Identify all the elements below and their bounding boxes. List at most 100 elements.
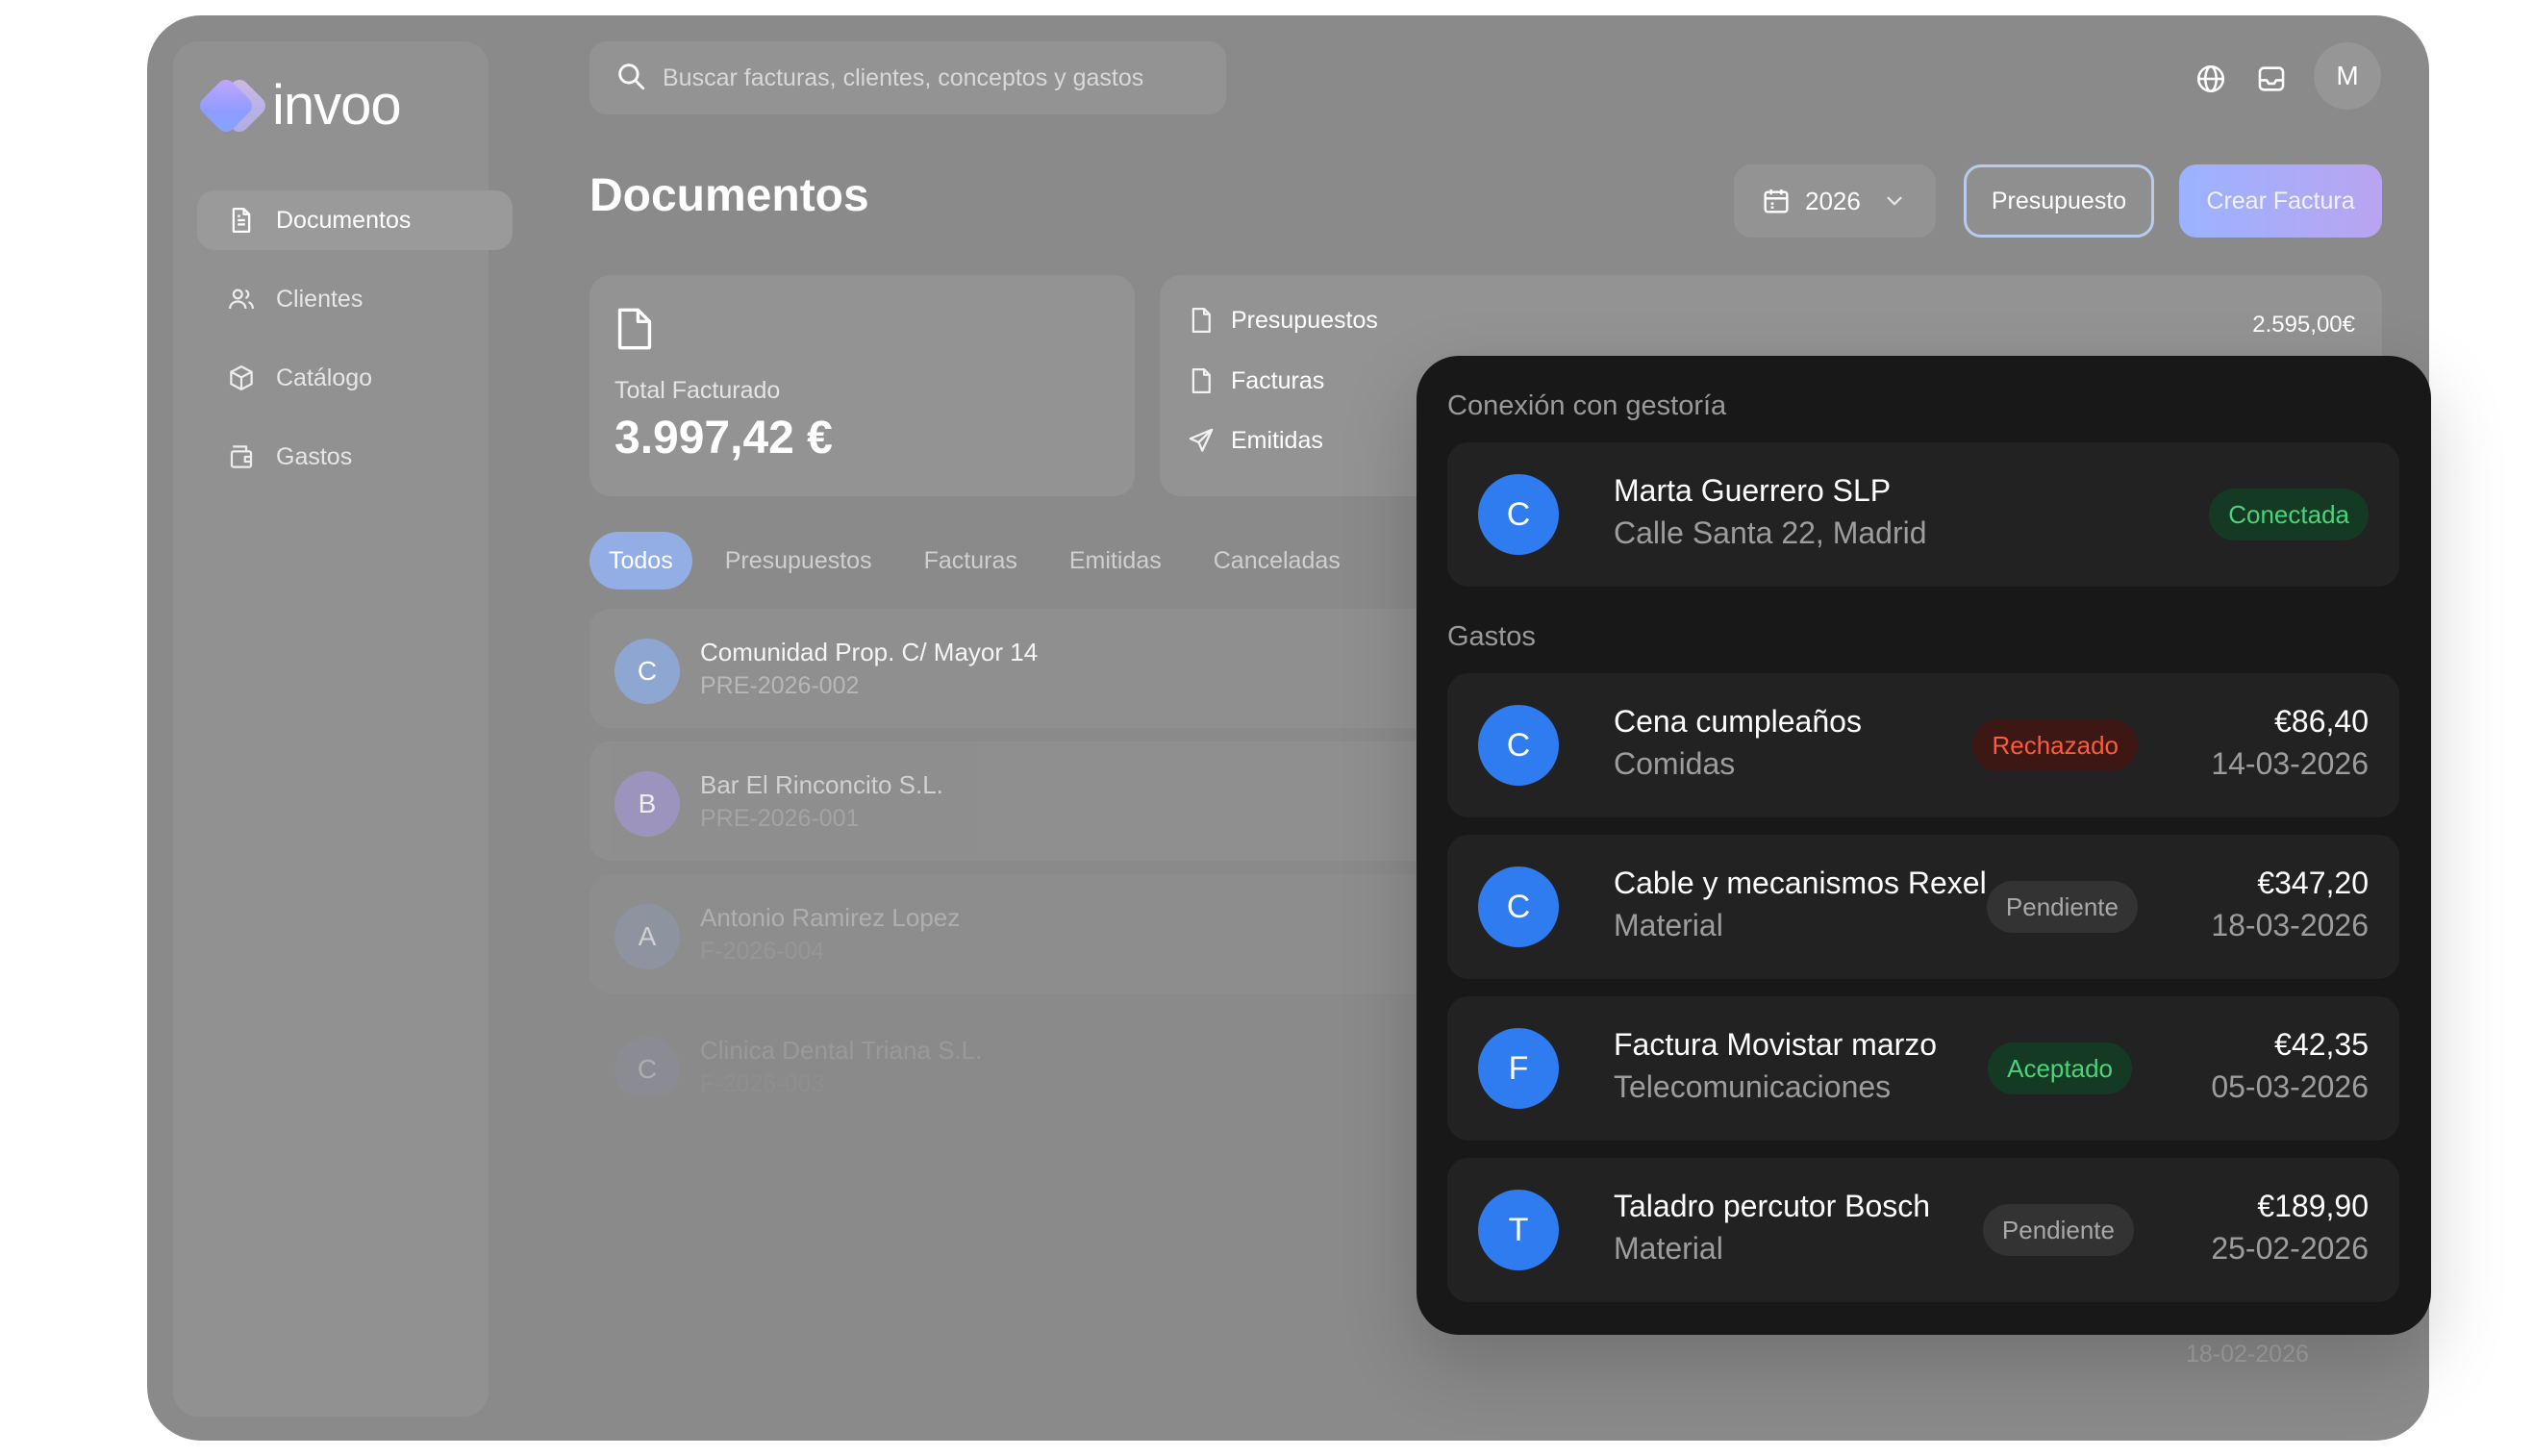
document-row[interactable]: C Comunidad Prop. C/ Mayor 14 PRE-2026-0… — [589, 609, 1561, 728]
users-icon — [224, 282, 259, 316]
logo[interactable]: invoo — [195, 73, 402, 138]
status-badge: Pendiente — [1982, 1204, 2134, 1256]
logo-text: invoo — [272, 74, 402, 137]
inbox-icon[interactable] — [2254, 62, 2289, 96]
document-client: Bar El Rinconcito S.L. — [700, 770, 943, 799]
tab-facturas[interactable]: Facturas — [905, 532, 1037, 590]
sidebar-item-clientes[interactable]: Clientes — [197, 269, 513, 329]
avatar: B — [614, 771, 680, 837]
document-client: Comunidad Prop. C/ Mayor 14 — [700, 638, 1039, 666]
sidebar-item-documentos[interactable]: Documentos — [197, 190, 513, 250]
stat-emitidas[interactable]: Emitidas — [1187, 426, 1323, 455]
avatar: C — [614, 639, 680, 704]
gasto-amount: €189,90 — [2257, 1189, 2369, 1223]
search-icon — [614, 60, 647, 97]
gestoria-card[interactable]: C Marta Guerrero SLP Calle Santa 22, Mad… — [1447, 442, 2399, 587]
gasto-date: 05-03-2026 — [2211, 1069, 2369, 1104]
search-bar[interactable] — [589, 41, 1226, 114]
gasto-title: Cable y mecanismos Rexel — [1614, 866, 1987, 900]
gasto-category: Material — [1614, 908, 1723, 942]
globe-icon[interactable] — [2194, 62, 2228, 96]
document-row[interactable]: B Bar El Rinconcito S.L. PRE-2026-001 — [589, 741, 1561, 861]
sidebar-item-label: Catálogo — [276, 364, 373, 391]
status-badge: Conectada — [2209, 489, 2369, 540]
tab-todos[interactable]: Todos — [589, 532, 692, 590]
sidebar-item-gastos[interactable]: Gastos — [197, 427, 513, 487]
crear-factura-button[interactable]: Crear Factura — [2179, 164, 2382, 238]
gasto-category: Material — [1614, 1231, 1723, 1266]
document-ref: F-2026-003 — [700, 1070, 825, 1093]
document-row[interactable]: A Antonio Ramirez Lopez F-2026-004 — [589, 874, 1561, 993]
stat-label: Facturas — [1231, 366, 1325, 394]
page-title: Documentos — [589, 170, 869, 221]
file-icon — [614, 306, 655, 352]
avatar: F — [1478, 1028, 1559, 1109]
year-selector[interactable]: 2026 — [1734, 164, 1936, 238]
gasto-title: Cena cumpleaños — [1614, 704, 1862, 739]
document-client: Antonio Ramirez Lopez — [700, 903, 961, 932]
gasto-amount: €86,40 — [2274, 704, 2369, 739]
avatar: T — [1478, 1190, 1559, 1270]
faded-date: 18-02-2026 — [2186, 1341, 2309, 1368]
document-ref: F-2026-004 — [700, 938, 825, 965]
gasto-amount: €42,35 — [2274, 1027, 2369, 1062]
stat-presupuestos[interactable]: Presupuestos — [1187, 306, 1378, 335]
gasto-row[interactable]: C Cable y mecanismos Rexel Material Pend… — [1447, 835, 2399, 979]
document-icon — [224, 203, 259, 238]
file-icon — [1187, 366, 1216, 395]
gasto-date: 25-02-2026 — [2211, 1231, 2369, 1266]
total-facturado-card: Total Facturado 3.997,42 € — [589, 275, 1135, 496]
sidebar-item-label: Gastos — [276, 442, 353, 470]
section-title-gastos: Gastos — [1447, 621, 1536, 652]
box-icon — [224, 361, 259, 395]
avatar: C — [1478, 705, 1559, 786]
tab-emitidas[interactable]: Emitidas — [1050, 532, 1181, 590]
wallet-icon — [224, 439, 259, 474]
section-title-gestoria: Conexión con gestoría — [1447, 390, 1727, 421]
avatar: C — [1478, 474, 1559, 555]
user-avatar[interactable]: M — [2314, 42, 2381, 110]
document-client: Clinica Dental Triana S.L. — [700, 1036, 983, 1065]
stat-label: Presupuestos — [1231, 306, 1378, 334]
tab-presupuestos[interactable]: Presupuestos — [706, 532, 891, 590]
file-icon — [1187, 306, 1216, 335]
total-label: Total Facturado — [614, 377, 781, 404]
sidebar-item-label: Documentos — [276, 206, 412, 234]
gasto-date: 14-03-2026 — [2211, 746, 2369, 781]
document-row[interactable]: C Clinica Dental Triana S.L. F-2026-003 — [589, 1007, 1561, 1093]
stat-facturas[interactable]: Facturas — [1187, 366, 1324, 395]
year-value: 2026 — [1805, 186, 1861, 215]
stat-label: Emitidas — [1231, 426, 1323, 454]
gasto-row[interactable]: T Taladro percutor Bosch Material Pendie… — [1447, 1158, 2399, 1302]
gasto-row[interactable]: F Factura Movistar marzo Telecomunicacio… — [1447, 996, 2399, 1141]
gasto-category: Telecomunicaciones — [1614, 1069, 1892, 1104]
chevron-down-icon — [1882, 188, 1907, 213]
gestoria-name: Marta Guerrero SLP — [1614, 473, 1892, 508]
logo-icon — [195, 75, 270, 136]
search-input[interactable] — [663, 63, 1201, 92]
presupuestos-amount: 2.595,00€ — [2252, 312, 2355, 338]
send-icon — [1187, 426, 1216, 455]
status-badge: Aceptado — [1988, 1042, 2132, 1094]
avatar: A — [614, 904, 680, 969]
calendar-icon — [1761, 186, 1792, 216]
status-badge: Rechazado — [1972, 719, 2138, 771]
avatar: C — [614, 1037, 680, 1093]
sidebar-item-label: Clientes — [276, 285, 364, 313]
avatar: C — [1478, 866, 1559, 947]
gestoria-gastos-panel: Conexión con gestoría C Marta Guerrero S… — [1417, 356, 2431, 1335]
status-badge: Pendiente — [1986, 881, 2138, 933]
gasto-category: Comidas — [1614, 746, 1736, 781]
gasto-amount: €347,20 — [2257, 866, 2369, 900]
sidebar-item-catalogo[interactable]: Catálogo — [197, 348, 513, 408]
document-tabs: Todos Presupuestos Facturas Emitidas Can… — [589, 532, 1373, 590]
gasto-title: Taladro percutor Bosch — [1614, 1189, 1931, 1223]
tab-canceladas[interactable]: Canceladas — [1194, 532, 1360, 590]
gasto-date: 18-03-2026 — [2211, 908, 2369, 942]
gasto-title: Factura Movistar marzo — [1614, 1027, 1938, 1062]
presupuesto-button[interactable]: Presupuesto — [1964, 164, 2154, 238]
sidebar-nav: Documentos Clientes Catálogo Gastos — [197, 190, 513, 506]
gasto-row[interactable]: C Cena cumpleaños Comidas Rechazado €86,… — [1447, 673, 2399, 817]
total-value: 3.997,42 € — [614, 413, 833, 464]
document-ref: PRE-2026-001 — [700, 805, 860, 832]
